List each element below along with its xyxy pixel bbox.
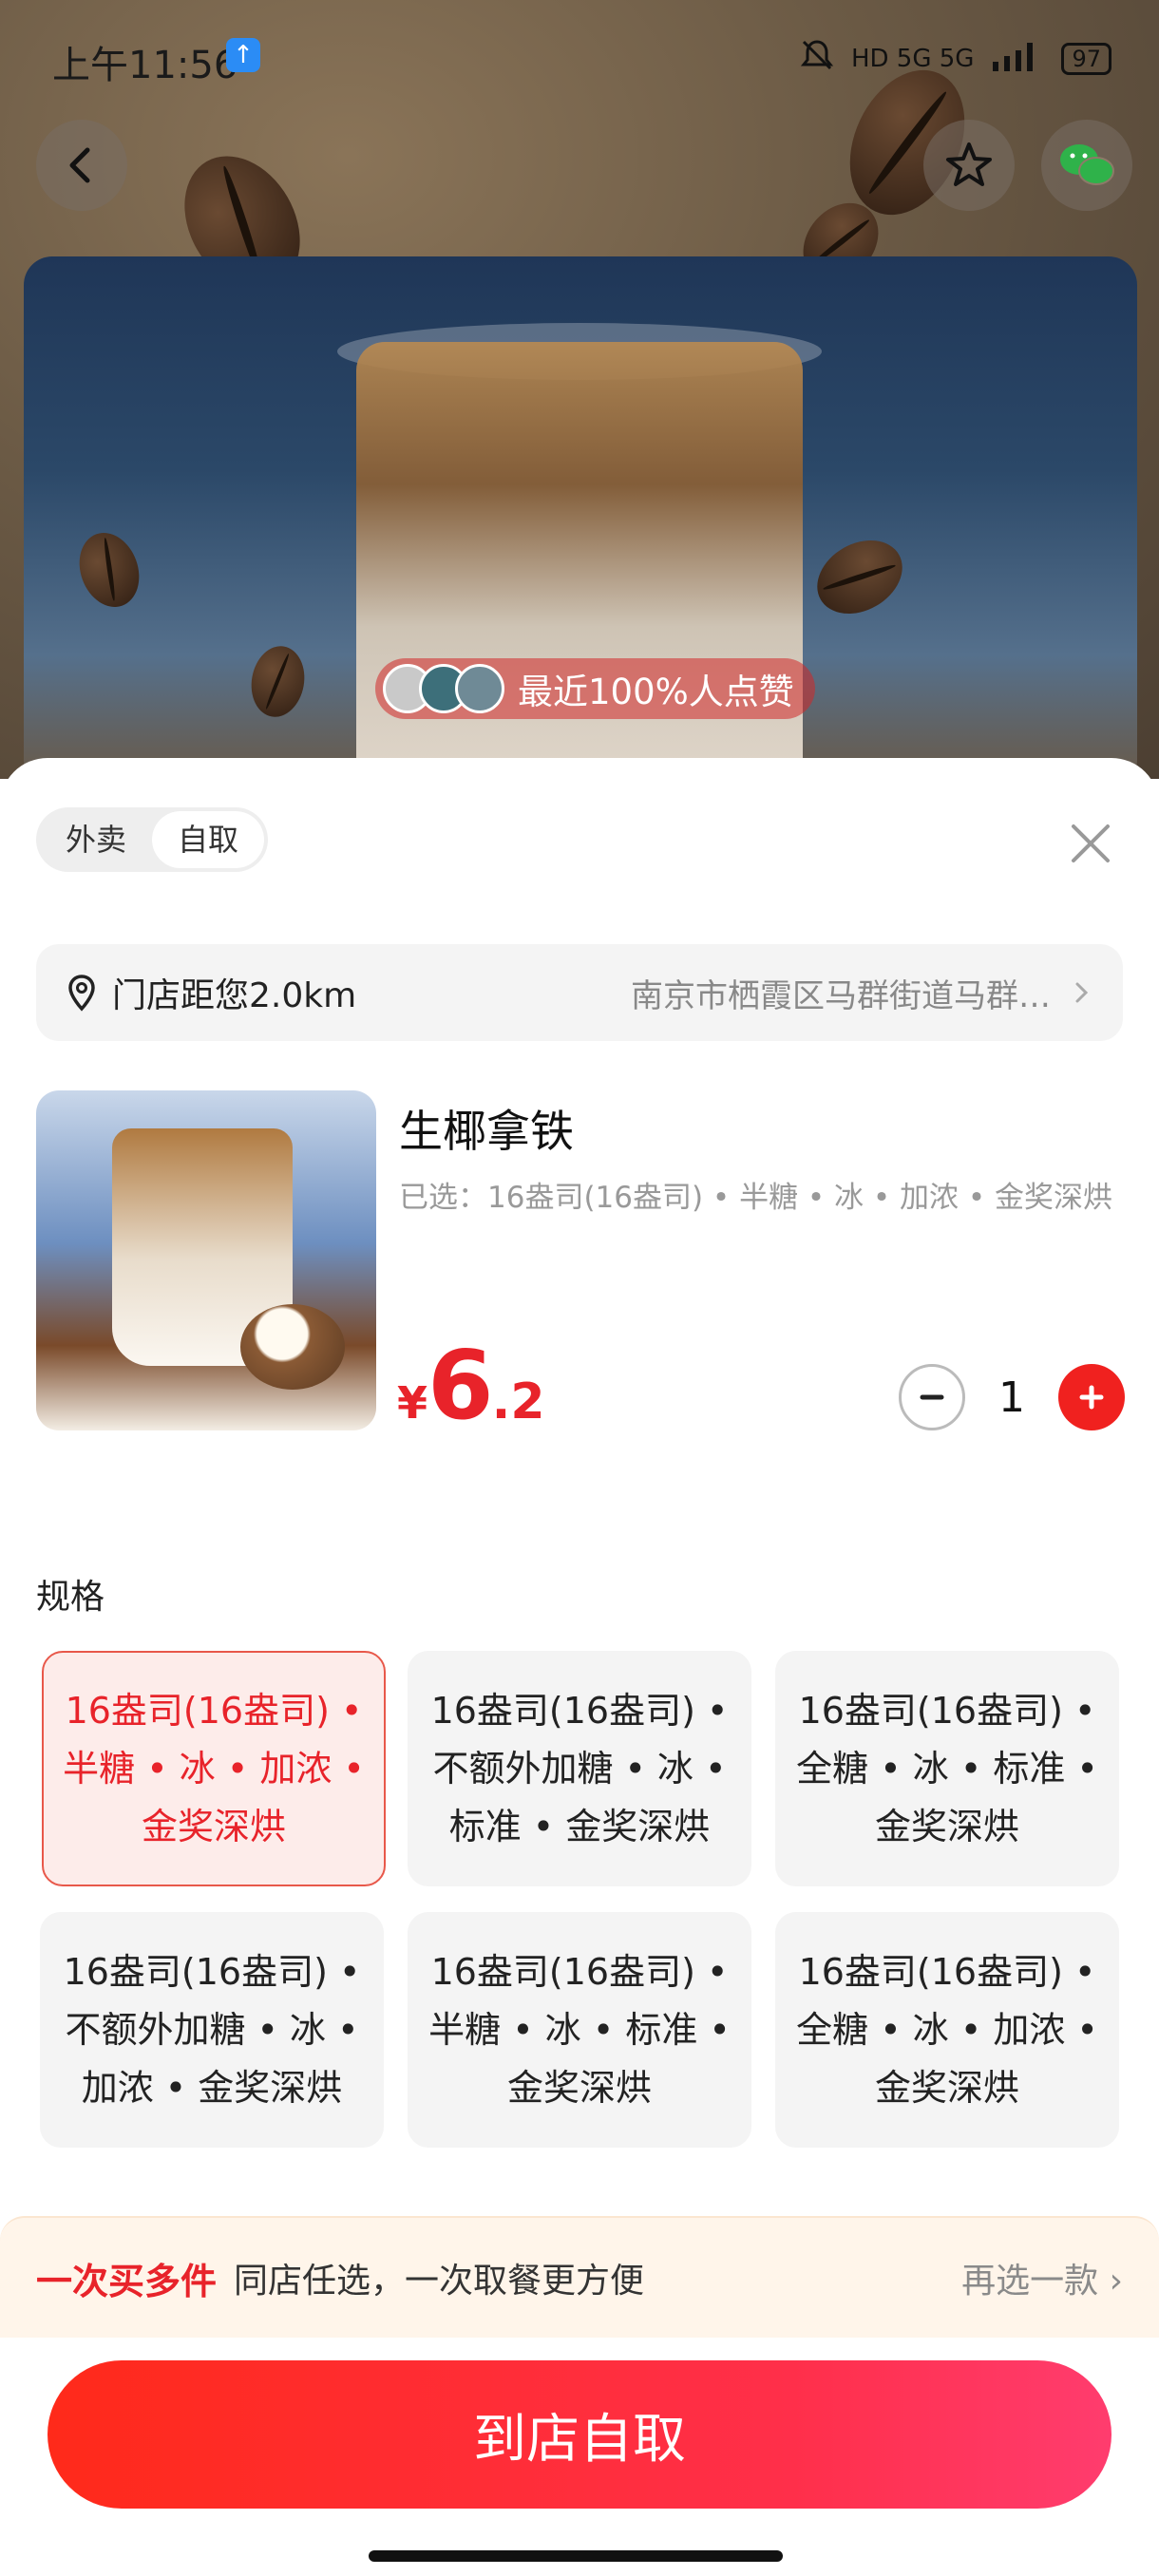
coffee-bean-decoration [804,525,916,629]
close-button[interactable] [1064,817,1117,870]
store-info-row[interactable]: 门店距您2.0km 南京市栖霞区马群街道马群… [36,944,1123,1041]
signal-icon [989,39,1046,78]
pickup-order-button[interactable]: 到店自取 [48,2360,1112,2509]
status-icons: HD 5G 5G 97 [798,36,1112,81]
choose-another-link[interactable]: 再选一款 › [961,2253,1123,2302]
spec-option[interactable]: 16盎司(16盎司) • 半糖 • 冰 • 标准 • 金奖深烘 [408,1912,751,2148]
favorite-button[interactable] [923,120,1015,211]
banner-text: 同店任选，一次取餐更方便 [234,2262,645,2301]
coffee-bean-decoration [69,524,149,616]
choose-another-label: 再选一款 [961,2262,1099,2301]
chevron-right-icon [1075,982,1089,1003]
upload-icon: ↑ [226,38,260,72]
store-distance: 门店距您2.0km [112,976,357,1015]
selected-spec-summary: 已选：16盎司(16盎司) • 半糖 • 冰 • 加浓 • 金奖深烘 [399,1181,1113,1215]
pickup-order-label: 到店自取 [473,2408,686,2471]
tab-delivery[interactable]: 外卖 [40,811,152,868]
coconut-image [240,1304,345,1390]
increase-button[interactable] [1058,1364,1125,1430]
spec-option[interactable]: 16盎司(16盎司) • 半糖 • 冰 • 加浓 • 金奖深烘 [42,1651,386,1886]
network-text: HD 5G 5G [850,44,975,73]
price: ¥6.2 [397,1330,545,1441]
product-name: 生椰拿铁 [399,1106,574,1157]
banner-highlight: 一次买多件 [36,2260,218,2302]
spec-option[interactable]: 16盎司(16盎司) • 不额外加糖 • 冰 • 加浓 • 金奖深烘 [40,1912,384,2148]
spec-option[interactable]: 16盎司(16盎司) • 全糖 • 冰 • 标准 • 金奖深烘 [775,1651,1119,1886]
star-icon [946,142,992,186]
spec-section-title: 规格 [36,1578,105,1617]
coffee-bean-decoration [245,641,311,722]
price-integer: 6 [428,1330,494,1441]
product-hero-image: 最近100%人点赞 [0,0,1159,779]
minus-icon [920,1394,944,1400]
avatar-group [383,664,504,713]
battery-icon: 97 [1061,42,1112,75]
decrease-button[interactable] [899,1364,965,1430]
price-decimal: .2 [491,1373,545,1430]
tab-pickup[interactable]: 自取 [152,811,264,868]
likes-text: 最近100%人点赞 [518,672,794,712]
quantity-value: 1 [998,1373,1025,1422]
mute-bell-icon [798,36,836,81]
plus-icon [1079,1385,1104,1410]
home-indicator[interactable] [369,2550,783,2562]
quantity-stepper: 1 [899,1364,1125,1430]
product-thumbnail [36,1090,376,1430]
multi-buy-banner: 一次买多件 同店任选，一次取餐更方便 再选一款 › [0,2216,1159,2338]
price-currency: ¥ [397,1377,428,1429]
close-icon [1072,824,1110,862]
back-button[interactable] [36,120,127,211]
chevron-left-icon [69,147,90,183]
likes-badge: 最近100%人点赞 [375,658,815,719]
store-address: 南京市栖霞区马群街道马群… [631,976,1051,1015]
spec-option[interactable]: 16盎司(16盎司) • 不额外加糖 • 冰 • 标准 • 金奖深烘 [408,1651,751,1886]
status-bar: 上午11:56 ↑ HD 5G 5G 97 [0,0,1159,114]
status-time: 上午11:56 [52,44,238,87]
location-pin-icon [68,975,95,1012]
spec-option[interactable]: 16盎司(16盎司) • 全糖 • 冰 • 加浓 • 金奖深烘 [775,1912,1119,2148]
avatar [455,664,504,713]
wechat-icon [1060,144,1114,185]
fulfillment-toggle: 外卖 自取 [36,807,268,872]
wechat-share-button[interactable] [1041,120,1132,211]
